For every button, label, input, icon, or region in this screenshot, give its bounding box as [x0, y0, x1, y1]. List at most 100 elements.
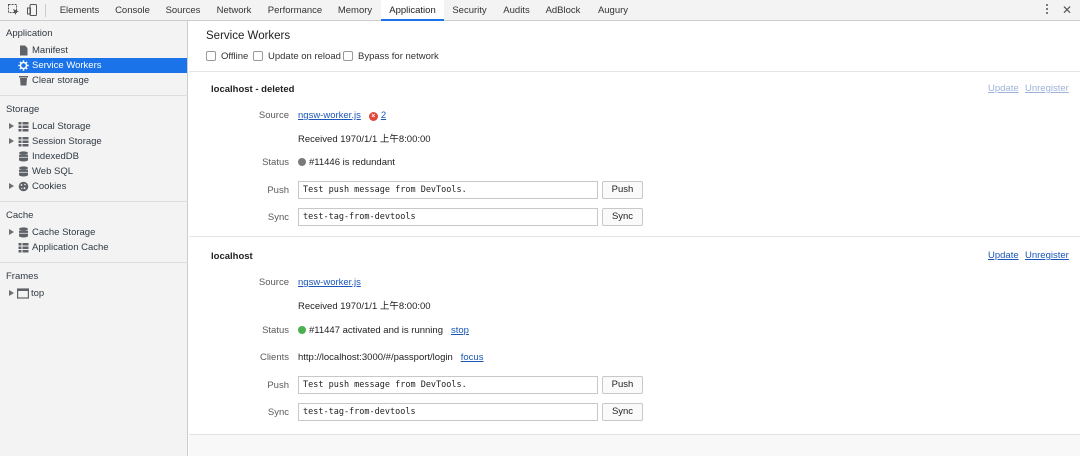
close-icon[interactable]: ✕ — [1062, 3, 1072, 17]
sync-button[interactable]: Sync — [602, 208, 643, 226]
sidebar-item-label: Clear storage — [32, 75, 90, 86]
sidebar-item-label: IndexedDB — [32, 151, 80, 162]
sidebar-item-manifest[interactable]: Manifest — [0, 43, 187, 58]
update-link[interactable]: Update — [988, 250, 1019, 261]
sidebar-item-frame-top[interactable]: top — [0, 286, 187, 301]
source-label: Source — [258, 110, 289, 121]
sidebar-item-session-storage[interactable]: Session Storage — [0, 134, 187, 149]
push-button[interactable]: Push — [602, 181, 643, 199]
sidebar-item-label: Cache Storage — [32, 227, 96, 238]
tab-application[interactable]: Application — [381, 0, 444, 21]
source-value: ngsw-worker.js — [298, 277, 361, 288]
bypass-for-network-checkbox[interactable] — [343, 51, 353, 61]
sidebar-item-cookies[interactable]: Cookies — [0, 179, 187, 194]
sync-tag-input[interactable]: test-tag-from-devtools — [298, 403, 598, 421]
sync-button[interactable]: Sync — [602, 403, 643, 421]
sidebar-item-indexeddb[interactable]: IndexedDB — [0, 149, 187, 164]
push-message-input[interactable]: Test push message from DevTools. — [298, 181, 598, 199]
clients-value: http://localhost:3000/#/passport/login fo… — [298, 352, 483, 363]
status-text: #11447 activated and is running — [309, 325, 443, 336]
status-value: #11447 activated and is running stop — [298, 325, 469, 336]
tab-performance[interactable]: Performance — [260, 0, 330, 21]
tab-augury[interactable]: Augury — [588, 0, 638, 21]
sidebar-item-label: Application Cache — [32, 242, 109, 253]
sidebar-item-label: top — [31, 288, 45, 299]
update-on-reload-label: Update on reload — [268, 51, 341, 62]
service-workers-panel: Service Workers Offline Update on reload… — [189, 21, 1080, 456]
tab-sources[interactable]: Sources — [158, 0, 208, 21]
cookie-icon — [18, 181, 29, 192]
tab-security[interactable]: Security — [444, 0, 495, 21]
source-value: ngsw-worker.js × 2 — [298, 110, 386, 121]
update-on-reload-checkbox[interactable] — [253, 51, 263, 61]
sidebar-item-label: Manifest — [32, 45, 68, 56]
sidebar-item-label: Cookies — [32, 181, 67, 192]
manifest-icon — [20, 45, 28, 56]
section-title-storage: Storage — [6, 104, 40, 115]
tab-adblock[interactable]: AdBlock — [538, 0, 588, 21]
gear-icon — [18, 60, 29, 71]
tab-network[interactable]: Network — [208, 0, 260, 21]
error-icon: × — [368, 112, 378, 121]
received-text: Received 1970/1/1 上午8:00:00 — [298, 301, 431, 312]
section-title-cache: Cache — [6, 210, 34, 221]
sidebar-item-clear-storage[interactable]: Clear storage — [0, 73, 187, 88]
received-text: Received 1970/1/1 上午8:00:00 — [298, 134, 431, 145]
sidebar-item-local-storage[interactable]: Local Storage — [0, 119, 187, 134]
push-message-input[interactable]: Test push message from DevTools. — [298, 376, 598, 394]
expand-arrow-icon[interactable] — [9, 229, 14, 235]
update-link[interactable]: Update — [988, 83, 1019, 94]
worker-scope-title: localhost — [211, 251, 253, 262]
expand-arrow-icon[interactable] — [9, 183, 14, 189]
focus-link[interactable]: focus — [461, 352, 484, 363]
trash-icon — [19, 76, 28, 86]
grid-icon — [18, 243, 29, 253]
sidebar-item-web-sql[interactable]: Web SQL — [0, 164, 187, 179]
source-label: Source — [258, 277, 289, 288]
unregister-link[interactable]: Unregister — [1025, 83, 1069, 94]
expand-arrow-icon[interactable] — [9, 138, 14, 144]
sidebar-item-service-workers[interactable]: Service Workers — [0, 58, 187, 73]
sidebar-item-application-cache[interactable]: Application Cache — [0, 240, 187, 255]
section-title-frames: Frames — [6, 271, 39, 282]
sync-label: Sync — [267, 407, 289, 418]
database-icon — [19, 151, 28, 162]
database-icon — [19, 166, 28, 177]
tab-elements[interactable]: Elements — [52, 0, 107, 21]
stop-link[interactable]: stop — [451, 325, 469, 336]
status-text: #11446 is redundant — [309, 157, 395, 168]
sidebar-item-label: Local Storage — [32, 121, 91, 132]
grid-icon — [18, 122, 29, 132]
status-dot-icon — [298, 326, 306, 334]
status-label: Status — [262, 157, 289, 168]
expand-arrow-icon[interactable] — [9, 290, 14, 296]
page-title: Service Workers — [206, 30, 291, 42]
source-file-link[interactable]: ngsw-worker.js — [298, 110, 361, 121]
tab-memory[interactable]: Memory — [330, 0, 380, 21]
devtools-toolbar: Elements Console Sources Network Perform… — [0, 0, 1080, 21]
push-label: Push — [267, 380, 289, 391]
frame-icon — [17, 288, 29, 299]
device-toolbar-icon[interactable] — [27, 4, 39, 16]
grid-icon — [18, 137, 29, 147]
error-count-link[interactable]: 2 — [381, 110, 386, 121]
push-button[interactable]: Push — [602, 376, 643, 394]
kebab-menu-icon[interactable] — [1045, 4, 1049, 17]
tab-console[interactable]: Console — [107, 0, 158, 21]
inspect-element-icon[interactable] — [8, 4, 20, 16]
offline-checkbox[interactable] — [206, 51, 216, 61]
status-dot-icon — [298, 158, 306, 166]
sidebar-item-label: Session Storage — [32, 136, 102, 147]
source-file-link[interactable]: ngsw-worker.js — [298, 277, 361, 288]
sync-tag-input[interactable]: test-tag-from-devtools — [298, 208, 598, 226]
sync-label: Sync — [267, 212, 289, 223]
push-label: Push — [267, 185, 289, 196]
tab-audits[interactable]: Audits — [495, 0, 538, 21]
sidebar-item-cache-storage[interactable]: Cache Storage — [0, 225, 187, 240]
database-icon — [19, 227, 28, 238]
expand-arrow-icon[interactable] — [9, 123, 14, 129]
application-sidebar: Application Manifest Service Workers Cle… — [0, 21, 188, 456]
offline-label: Offline — [221, 51, 249, 62]
unregister-link[interactable]: Unregister — [1025, 250, 1069, 261]
sidebar-item-label: Web SQL — [32, 166, 74, 177]
